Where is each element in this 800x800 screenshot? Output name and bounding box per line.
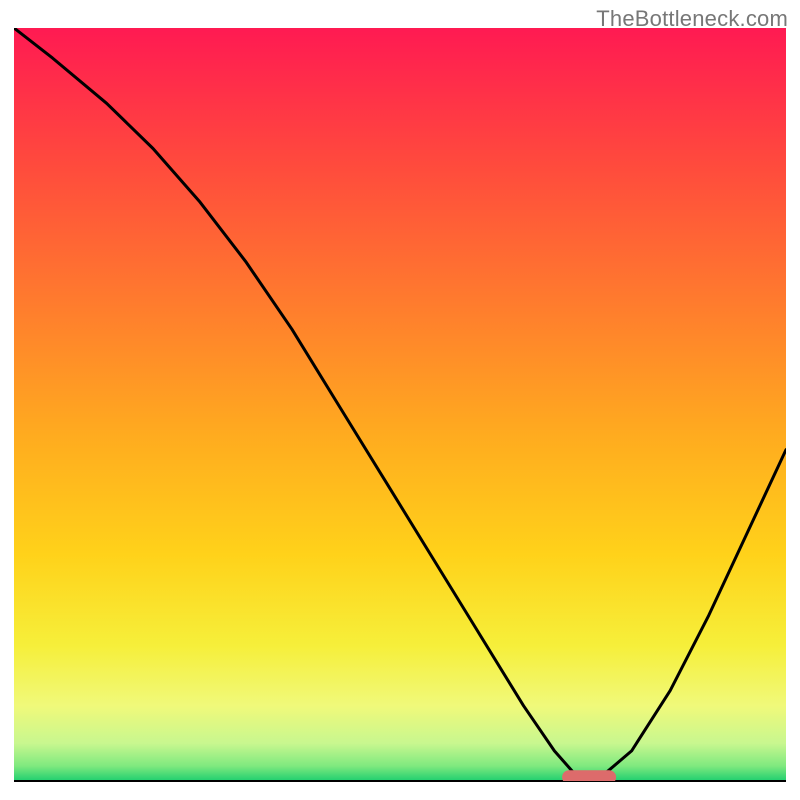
chart-svg [14,28,786,786]
chart-background-gradient [14,28,786,781]
chart-stage: TheBottleneck.com [0,0,800,800]
watermark-text: TheBottleneck.com [596,6,788,32]
optimal-zone-marker [562,770,616,784]
chart-plot-area [14,28,786,786]
